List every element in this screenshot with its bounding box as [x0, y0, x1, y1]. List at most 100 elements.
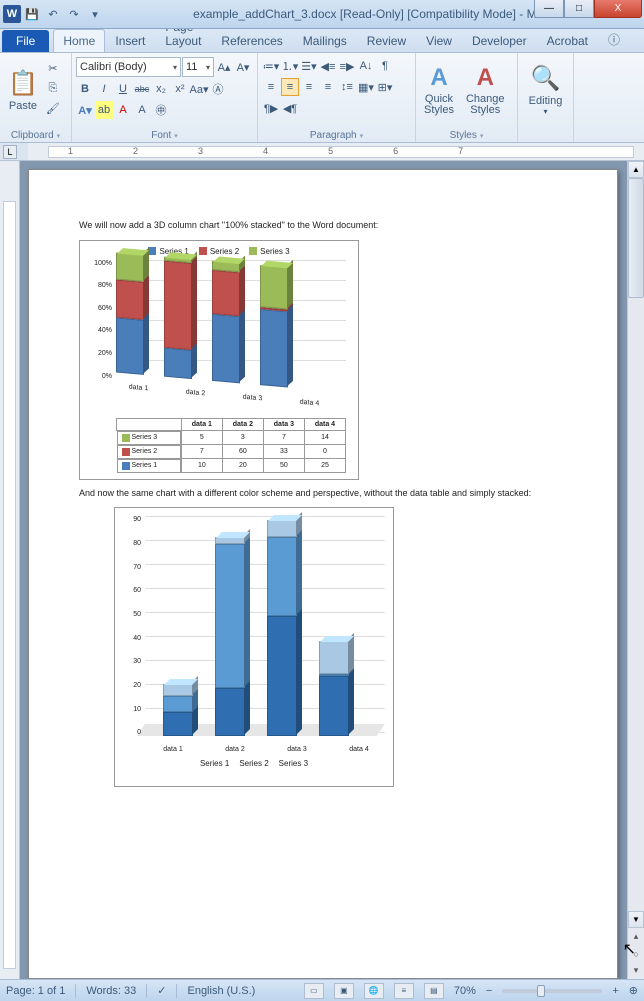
font-name-combo[interactable]: Calibri (Body)▾ — [76, 57, 181, 77]
italic-button[interactable]: I — [95, 80, 113, 98]
multilevel-button[interactable]: ☰▾ — [300, 57, 318, 75]
paragraph-2: And now the same chart with a different … — [79, 488, 567, 500]
decrease-indent-button[interactable]: ◀≡ — [319, 57, 337, 75]
styles-aa-icon: A — [477, 64, 494, 92]
zoom-in-button[interactable]: + — [612, 985, 618, 997]
view-draft-button[interactable]: ▤ — [424, 983, 444, 999]
show-marks-button[interactable]: ¶ — [376, 57, 394, 75]
view-full-screen-button[interactable]: ▣ — [334, 983, 354, 999]
clipboard-icon: 📋 — [8, 69, 38, 98]
ltr-button[interactable]: ¶▶ — [262, 99, 280, 117]
scroll-up-button[interactable]: ▲ — [628, 161, 644, 178]
tab-acrobat[interactable]: Acrobat — [537, 29, 598, 52]
vertical-ruler[interactable] — [0, 161, 20, 979]
character-shading-button[interactable]: A — [133, 101, 151, 119]
qa-undo-button[interactable]: ↶ — [43, 4, 63, 24]
subscript-button[interactable]: x₂ — [152, 80, 170, 98]
collapse-ribbon-button[interactable]: ▴ — [634, 29, 644, 52]
tab-file[interactable]: File — [2, 30, 49, 52]
find-icon: 🔍 — [531, 64, 561, 93]
styles-group-label: Styles — [416, 129, 517, 142]
status-proofing-icon[interactable]: ✓ — [157, 984, 166, 997]
view-web-button[interactable]: 🌐 — [364, 983, 384, 999]
sort-button[interactable]: A↓ — [357, 57, 375, 75]
borders-button[interactable]: ⊞▾ — [376, 78, 394, 96]
cut-button[interactable]: ✂ — [44, 59, 62, 77]
rtl-button[interactable]: ◀¶ — [281, 99, 299, 117]
zoom-level[interactable]: 70% — [454, 985, 476, 997]
tab-mailings[interactable]: Mailings — [293, 29, 357, 52]
zoom-out-button[interactable]: − — [486, 985, 492, 997]
close-button[interactable]: X — [594, 0, 642, 18]
tab-review[interactable]: Review — [357, 29, 416, 52]
status-words[interactable]: Words: 33 — [86, 985, 136, 997]
tab-developer[interactable]: Developer — [462, 29, 537, 52]
change-case-button[interactable]: Aa▾ — [190, 80, 208, 98]
highlight-button[interactable]: ab — [95, 101, 113, 119]
bullets-button[interactable]: ≔▾ — [262, 57, 280, 75]
zoom-slider[interactable] — [502, 989, 602, 993]
browse-next-button[interactable]: ▾ — [628, 962, 644, 979]
paste-button[interactable]: 📋Paste — [2, 55, 44, 125]
chart1-data-table: data 1data 2data 3data 4 Series 353714 S… — [116, 418, 346, 474]
underline-button[interactable]: U — [114, 80, 132, 98]
chart-stacked[interactable]: 9080706050403020100 data 1data 2data 3da… — [114, 507, 394, 787]
status-bar: Page: 1 of 1 Words: 33 ✓ English (U.S.) … — [0, 979, 644, 1001]
word-app-icon[interactable]: W — [3, 5, 21, 23]
view-print-layout-button[interactable]: ▭ — [304, 983, 324, 999]
tab-selector-button[interactable]: L — [3, 145, 17, 159]
browse-prev-button[interactable]: ▴ — [628, 928, 644, 945]
styles-a-icon: A — [430, 64, 447, 92]
quick-styles-button[interactable]: AQuick Styles — [418, 55, 460, 125]
grow-font-button[interactable]: A▴ — [215, 58, 233, 76]
tab-references[interactable]: References — [211, 29, 292, 52]
font-color-button[interactable]: A — [114, 101, 132, 119]
scroll-down-button[interactable]: ▼ — [628, 911, 644, 928]
maximize-button[interactable]: □ — [564, 0, 594, 18]
view-outline-button[interactable]: ≡ — [394, 983, 414, 999]
superscript-button[interactable]: x² — [171, 80, 189, 98]
status-page[interactable]: Page: 1 of 1 — [6, 985, 65, 997]
editing-button[interactable]: 🔍Editing▾ — [520, 55, 571, 125]
shrink-font-button[interactable]: A▾ — [234, 58, 252, 76]
format-painter-button[interactable]: 🖌 — [44, 99, 62, 117]
align-right-button[interactable]: ≡ — [300, 78, 318, 96]
tab-view[interactable]: View — [416, 29, 462, 52]
ribbon-tabs: File Home Insert Page Layout References … — [0, 29, 644, 53]
enclose-characters-button[interactable]: ㊥ — [152, 101, 170, 119]
tab-home[interactable]: Home — [53, 29, 105, 52]
font-size-combo[interactable]: 11▾ — [182, 57, 214, 77]
minimize-button[interactable]: — — [534, 0, 564, 18]
ruler-numbers: 1234567 — [68, 146, 463, 156]
qa-customize-dropdown[interactable]: ▾ — [85, 4, 105, 24]
scroll-thumb[interactable] — [628, 178, 644, 298]
align-left-button[interactable]: ≡ — [262, 78, 280, 96]
copy-button[interactable]: ⎘ — [44, 79, 62, 97]
text-effects-button[interactable]: A▾ — [76, 101, 94, 119]
clipboard-group-label: Clipboard — [0, 129, 71, 142]
help-button[interactable]: ⓘ — [598, 26, 630, 52]
paragraph-group-label: Paragraph — [258, 129, 415, 142]
numbering-button[interactable]: ⒈▾ — [281, 57, 299, 75]
horizontal-ruler[interactable]: 1234567 — [28, 143, 644, 161]
qa-redo-button[interactable]: ↷ — [64, 4, 84, 24]
browse-object-button[interactable]: ○ — [628, 945, 644, 962]
shading-button[interactable]: ▦▾ — [357, 78, 375, 96]
change-styles-button[interactable]: AChange Styles — [460, 55, 511, 125]
chart1-x-labels: data 1data 2data 3data 4 — [116, 382, 332, 408]
zoom-fit-button[interactable]: ⊕ — [629, 984, 638, 997]
chart1-y-axis: 100%80%60%40%20%0% — [88, 260, 112, 380]
status-language[interactable]: English (U.S.) — [187, 985, 255, 997]
line-spacing-button[interactable]: ↕≡ — [338, 78, 356, 96]
strike-button[interactable]: abc — [133, 80, 151, 98]
align-center-button[interactable]: ≡ — [281, 78, 299, 96]
increase-indent-button[interactable]: ≡▶ — [338, 57, 356, 75]
tab-insert[interactable]: Insert — [105, 29, 155, 52]
justify-button[interactable]: ≡ — [319, 78, 337, 96]
clear-formatting-button[interactable]: Ⓐ — [209, 80, 227, 98]
document-page[interactable]: We will now add a 3D column chart "100% … — [28, 169, 618, 979]
bold-button[interactable]: B — [76, 80, 94, 98]
vertical-scrollbar[interactable]: ▲ ▼ ▴ ○ ▾ — [627, 161, 644, 979]
qa-save-button[interactable]: 💾 — [22, 4, 42, 24]
chart-100-stacked[interactable]: Series 1 Series 2 Series 3 100%80%60%40%… — [79, 240, 359, 480]
